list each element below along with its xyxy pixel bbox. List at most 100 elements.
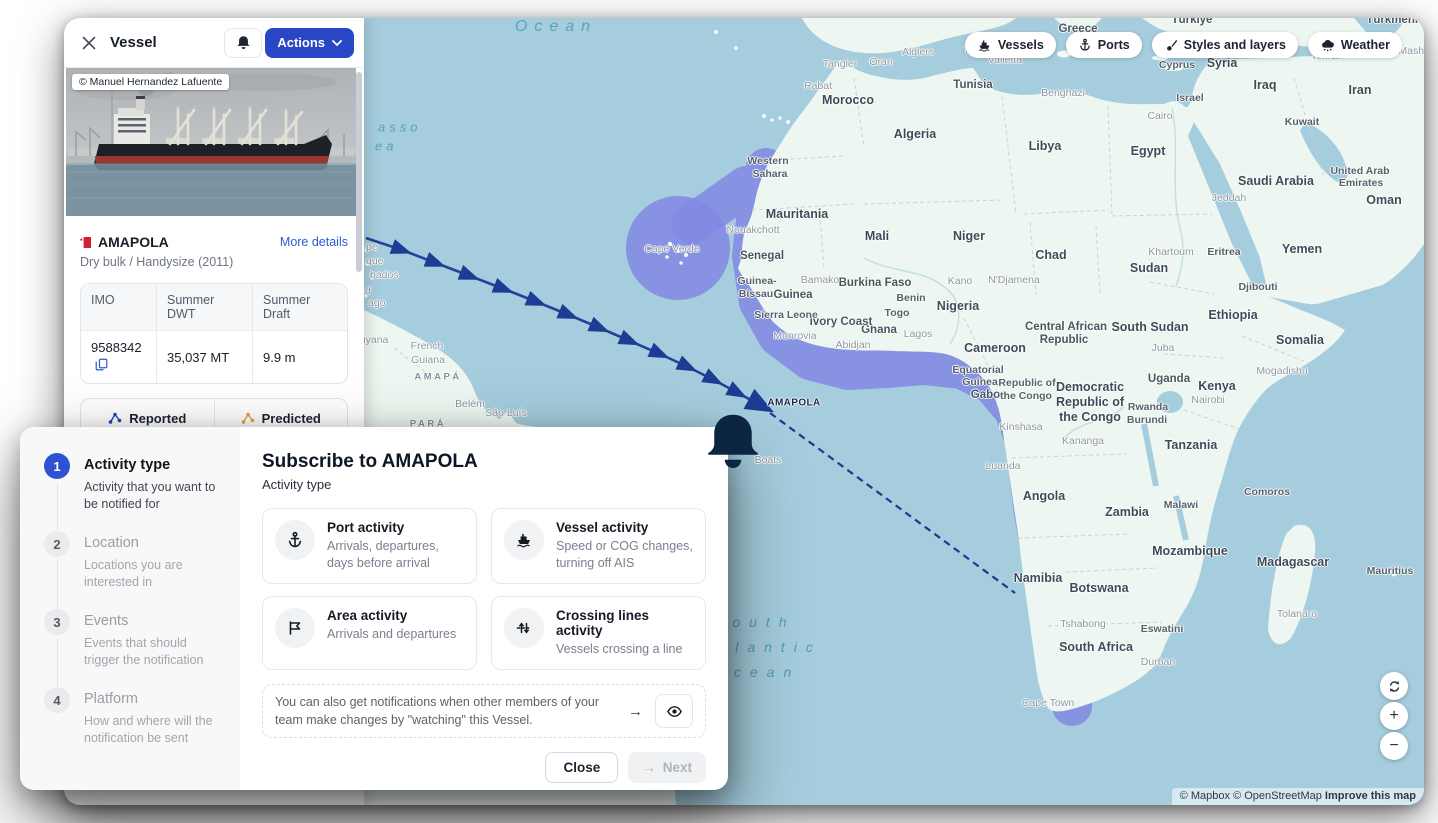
map-label: Sudan	[1130, 261, 1168, 275]
map-label: Tolanaro	[1277, 608, 1317, 620]
actions-button[interactable]: Actions	[265, 28, 354, 58]
vessels-label: Vessels	[998, 38, 1044, 52]
zoom-in-button[interactable]: +	[1380, 702, 1408, 730]
subscribe-modal: 1 Activity type Activity that you want t…	[20, 427, 728, 790]
map-label: South Africa	[1059, 640, 1133, 654]
map-label: Cyprus	[1159, 59, 1195, 71]
anchor-icon	[1078, 38, 1092, 52]
weather-icon	[1320, 38, 1335, 53]
map-label: pe	[366, 241, 378, 253]
map-label: Yemen	[1282, 242, 1322, 256]
ports-button[interactable]: Ports	[1066, 32, 1142, 58]
modal-main: Subscribe to AMAPOLA Activity type Port …	[240, 427, 728, 790]
step-desc: Activity that you want to be notified fo…	[84, 479, 224, 513]
wizard-steps: 1 Activity type Activity that you want t…	[20, 427, 240, 790]
vessel-info: AMAPOLA More details Dry bulk / Handysiz…	[64, 216, 364, 438]
map-label: Libya	[1029, 139, 1062, 153]
map-label: Ghana	[861, 324, 897, 336]
crossing-lines-activity-card[interactable]: Crossing lines activity Vessels crossing…	[491, 596, 706, 670]
close-icon[interactable]	[80, 34, 98, 52]
more-details-link[interactable]: More details	[280, 235, 348, 249]
map-label: Botswana	[1069, 581, 1128, 595]
map-label: French	[411, 340, 444, 352]
area-activity-card[interactable]: Area activity Arrivals and departures	[262, 596, 477, 670]
crossing-lines-icon	[504, 608, 544, 648]
next-label: Next	[663, 760, 692, 775]
map-label: Djibouti	[1238, 281, 1277, 293]
map-label: Madagascar	[1257, 555, 1329, 569]
map-label: que	[366, 255, 384, 267]
step-events[interactable]: 3 Events Events that should trigger the …	[44, 609, 224, 687]
col-header-imo: IMO	[81, 284, 157, 330]
map-label: Bamako	[801, 274, 840, 286]
map-label: Mozambique	[1152, 544, 1228, 558]
map-attribution: © Mapbox © OpenStreetMap Improve this ma…	[1172, 788, 1424, 805]
next-button[interactable]: → Next	[628, 752, 706, 783]
map-label: Namibia	[1014, 571, 1063, 585]
map-label: Nigeria	[937, 299, 979, 313]
map-label: Oman	[1366, 193, 1401, 207]
watch-button[interactable]	[655, 694, 693, 728]
map-label: Cape Verde	[644, 243, 699, 255]
ports-label: Ports	[1098, 38, 1130, 52]
vessels-button[interactable]: Vessels	[965, 32, 1056, 58]
zoom-out-button[interactable]: −	[1380, 732, 1408, 760]
arrow-right-icon: →	[628, 703, 643, 720]
map-label: Guinea	[774, 289, 813, 301]
improve-map-link[interactable]: Improve this map	[1325, 790, 1416, 802]
map-label: Egypt	[1131, 144, 1166, 158]
map-label: Khartoum	[1148, 246, 1194, 258]
tab-predicted-label: Predicted	[262, 411, 321, 426]
step-badge: 4	[44, 687, 70, 713]
map-label: the Congo	[1059, 410, 1121, 424]
watch-note-text: You can also get notifications when othe…	[275, 693, 616, 729]
weather-button[interactable]: Weather	[1308, 32, 1402, 58]
step-desc: How and where will the notification be s…	[84, 713, 224, 747]
close-button[interactable]: Close	[545, 752, 618, 783]
map-label: Oran	[869, 56, 892, 68]
card-desc: Speed or COG changes, turning off AIS	[556, 538, 693, 572]
activity-cards: Port activity Arrivals, departures, days…	[262, 508, 706, 670]
map-label: Syria	[1207, 56, 1238, 70]
panel-title: Vessel	[110, 34, 224, 51]
step-platform[interactable]: 4 Platform How and where will the notifi…	[44, 687, 224, 765]
screen: MoroccoAlgeriaTunisiaLibyaEgyptWesternSa…	[0, 0, 1438, 823]
panel-scrollbar[interactable]	[356, 72, 362, 272]
osm-attribution[interactable]: © OpenStreetMap	[1233, 790, 1322, 802]
mapbox-attribution[interactable]: © Mapbox	[1180, 790, 1230, 802]
map-label: Senegal	[740, 250, 784, 262]
map-label: Kano	[948, 275, 973, 287]
port-activity-card[interactable]: Port activity Arrivals, departures, days…	[262, 508, 477, 584]
map-label: Abidjan	[835, 339, 870, 351]
col-header-summer-draft: Summer Draft	[253, 284, 347, 330]
map-label: Mauritius	[1367, 565, 1414, 577]
styles-layers-button[interactable]: Styles and layers	[1152, 32, 1298, 58]
route-reported-icon	[108, 411, 122, 425]
map-label: Guiana	[411, 354, 445, 366]
map-label: Kenya	[1198, 379, 1236, 393]
vessel-activity-card[interactable]: Vessel activity Speed or COG changes, tu…	[491, 508, 706, 584]
map-label: d	[365, 285, 371, 297]
subscribe-bell-button[interactable]	[224, 28, 262, 58]
step-activity-type[interactable]: 1 Activity type Activity that you want t…	[44, 453, 224, 531]
map-label: Republic of	[998, 377, 1055, 389]
plus-icon: +	[1389, 707, 1398, 725]
map-label: Rwanda	[1128, 401, 1168, 413]
map-label: Malawi	[1164, 499, 1198, 511]
map-label: Algiers	[902, 46, 934, 58]
vessel-attributes-table: IMO Summer DWT Summer Draft 9588342 35,0…	[80, 283, 348, 384]
summer-draft-value: 9.9 m	[263, 350, 296, 365]
ship-icon	[977, 38, 992, 53]
map-label: Ethiopia	[1208, 308, 1257, 322]
tab-reported-label: Reported	[129, 411, 186, 426]
copy-icon[interactable]	[95, 358, 108, 371]
refresh-button[interactable]	[1380, 672, 1408, 700]
bell-icon	[236, 35, 251, 50]
step-location[interactable]: 2 Location Locations you are interested …	[44, 531, 224, 609]
map-label: Guinea	[962, 376, 998, 388]
chevron-down-icon	[332, 39, 342, 47]
map-label: Uganda	[1148, 373, 1190, 385]
map-label: Togo	[885, 307, 910, 319]
map-label: Benin	[896, 292, 925, 304]
flag-icon	[80, 236, 92, 249]
